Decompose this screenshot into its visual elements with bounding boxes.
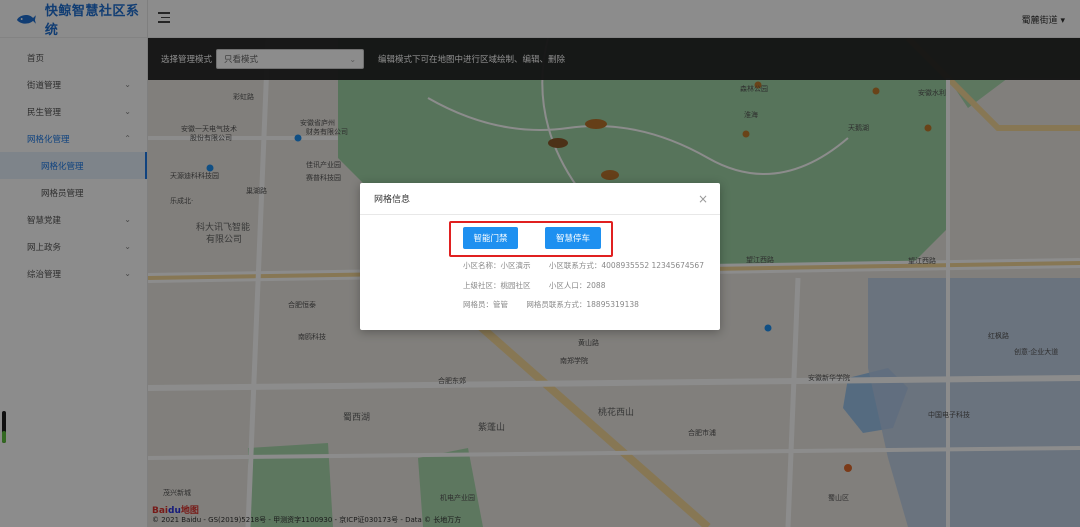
modal-header: 网格信息 × bbox=[360, 183, 720, 215]
community-contact: 小区联系方式：4008935552 12345674567 bbox=[548, 261, 704, 270]
grid-staff: 网格员：管管 bbox=[463, 300, 508, 309]
info-row: 小区名称：小区演示 小区联系方式：4008935552 12345674567 bbox=[463, 260, 720, 271]
info-row: 网格员：管管 网格员联系方式：18895319138 bbox=[463, 299, 655, 310]
community-name: 小区名称：小区演示 bbox=[463, 261, 531, 270]
close-icon[interactable]: × bbox=[698, 193, 708, 205]
community-population: 小区人口：2088 bbox=[548, 281, 606, 290]
grid-staff-contact: 网格员联系方式：18895319138 bbox=[526, 300, 639, 309]
grid-info-modal: 网格信息 × 智能门禁 智慧停车 小区名称：小区演示 小区联系方式：400893… bbox=[360, 183, 720, 330]
modal-title: 网格信息 bbox=[374, 195, 411, 205]
smart-parking-button[interactable]: 智慧停车 bbox=[545, 227, 601, 249]
info-row: 上级社区：桃园社区 小区人口：2088 bbox=[463, 280, 621, 291]
smart-access-button[interactable]: 智能门禁 bbox=[463, 227, 518, 249]
parent-community: 上级社区：桃园社区 bbox=[463, 281, 531, 290]
